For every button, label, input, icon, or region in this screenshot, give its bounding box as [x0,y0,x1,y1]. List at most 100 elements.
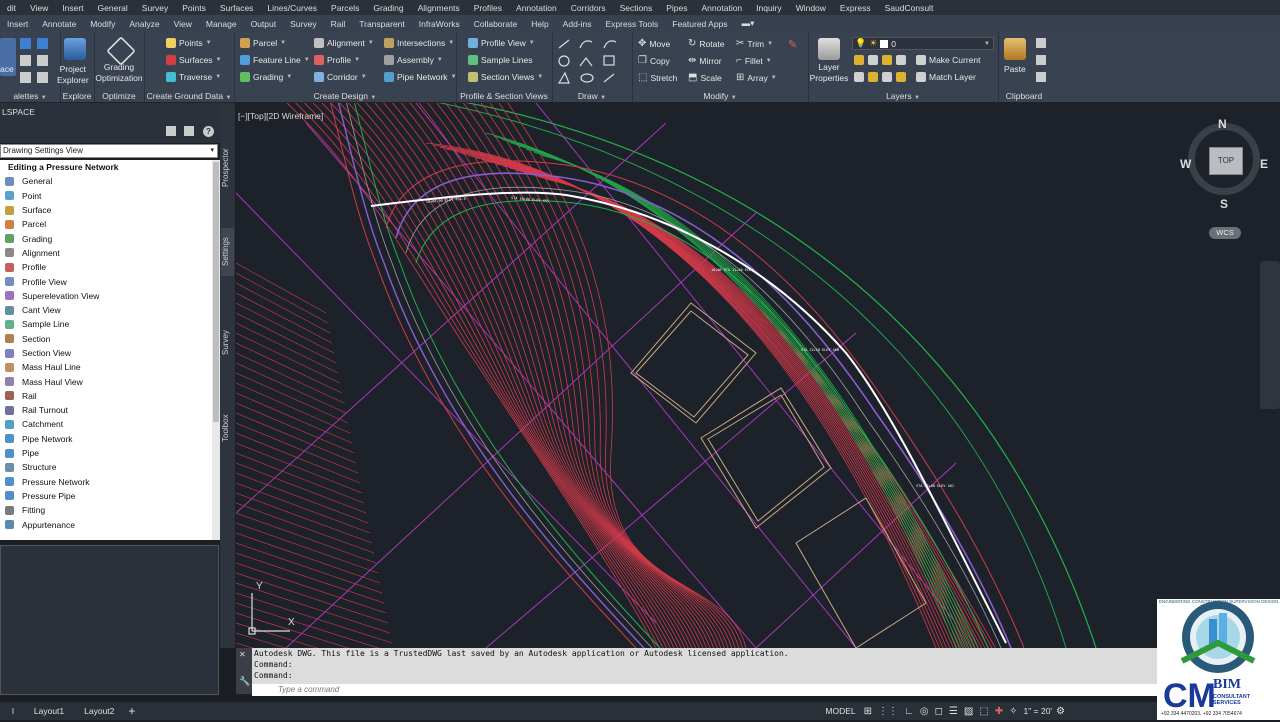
layer-tool-icons-row2[interactable] [854,72,906,82]
ribbon-tab[interactable]: Add-ins [556,19,599,29]
menu-item[interactable]: Insert [55,3,90,13]
ribbon-tab[interactable]: Modify [83,19,122,29]
menu-item[interactable]: Express [833,3,878,13]
menu-item[interactable]: Survey [135,3,175,13]
tree-item[interactable]: Superelevation View [0,289,212,303]
grading-optimization-button[interactable]: Grading Optimization [94,62,144,84]
tree-item[interactable]: Mass Haul Line [0,360,212,374]
ribbon-tab[interactable]: Annotate [35,19,83,29]
palette-icon-1[interactable] [20,38,31,49]
menu-item[interactable]: SaudConsult [878,3,941,13]
project-explorer-icon[interactable] [64,38,86,60]
ribbon-tab[interactable]: Rail [324,19,353,29]
ribbon-tab[interactable]: Output [244,19,284,29]
tree-item[interactable]: General [0,174,212,188]
command-input[interactable]: Type a command [252,684,1160,696]
menu-item[interactable]: Annotation [509,3,564,13]
tree-item[interactable]: Mass Haul View [0,374,212,388]
command-line-grip[interactable]: ✕ 🔧 [236,648,252,694]
ribbon-tab[interactable]: View [167,19,199,29]
tree-root[interactable]: Editing a Pressure Network [0,160,212,174]
palette-icon-2[interactable] [37,38,48,49]
paste-icon[interactable] [1004,38,1026,60]
annotation-scale[interactable]: 1" = 20' [1024,706,1053,716]
layer-dropdown[interactable]: 💡 ☀ 0 ▼ [852,37,994,50]
profile-view-button[interactable]: Profile View ▼ [468,38,535,48]
ortho-icon[interactable]: ∟ [904,706,914,717]
section-views-button[interactable]: Section Views ▼ [468,72,543,82]
model-space-toggle[interactable]: MODEL [825,706,855,716]
tree-item[interactable]: Pipe [0,446,212,460]
tree-item[interactable]: Section [0,332,212,346]
palette-icon-6[interactable] [37,72,48,83]
drawing-canvas[interactable]: 10+00.00 ELEV 452.8 STA 10+80 ELEV 455 1… [236,103,1280,648]
model-tab-edge[interactable]: l [12,706,14,716]
tree-item[interactable]: Pressure Network [0,475,212,489]
menu-item[interactable]: Inquiry [749,3,789,13]
rotate-button[interactable]: ↻ Rotate [688,38,724,49]
workspace-gear-icon[interactable]: ⚙ [1056,706,1065,717]
viewcube[interactable]: TOP N S E W [1180,117,1268,211]
ribbon-tab[interactable]: Analyze [122,19,166,29]
match-layer-button[interactable]: Match Layer [916,72,976,82]
compass-west[interactable]: W [1180,157,1191,171]
layer-properties-button[interactable]: Layer Properties [808,62,850,84]
menu-item[interactable]: Alignments [411,3,467,13]
menu-item[interactable]: View [23,3,55,13]
tree-item[interactable]: Pipe Network [0,432,212,446]
menu-item[interactable]: Corridors [564,3,613,13]
copy-button[interactable]: ❐ Copy [638,55,670,66]
ribbon-tab[interactable]: Featured Apps [665,19,734,29]
layer-tool-icons-row1[interactable] [854,55,906,65]
menu-item[interactable]: Grading [366,3,410,13]
copy-clip-icon[interactable] [1036,55,1046,65]
tab-prospector[interactable]: Prospector [221,143,234,193]
ribbon-tab[interactable]: Insert [0,19,35,29]
tree-item[interactable]: Rail Turnout [0,403,212,417]
array-button[interactable]: ⊞ Array ▼ [736,72,777,83]
palette-tree-icon[interactable] [166,126,176,136]
mirror-button[interactable]: ⇹ Mirror [688,55,722,66]
tab-settings[interactable]: Settings [221,228,234,276]
layout2-tab[interactable]: Layout2 [84,706,114,716]
compass-north[interactable]: N [1218,117,1227,131]
points-button[interactable]: Points ▼ [166,38,212,48]
menu-item[interactable]: Parcels [324,3,366,13]
menu-item[interactable]: dit [0,3,23,13]
layers-title[interactable]: Layers ▼ [808,91,998,101]
menu-item[interactable]: Window [789,3,833,13]
menu-item[interactable]: General [91,3,135,13]
draw-title[interactable]: Draw ▼ [552,91,632,101]
tab-toolbox[interactable]: Toolbox [221,408,234,448]
pipe-network-button[interactable]: Pipe Network ▼ [384,72,457,82]
tree-item[interactable]: Section View [0,346,212,360]
command-close-icon[interactable]: ✕ [239,650,246,659]
scale-button[interactable]: ⬒ Scale [688,72,722,83]
tree-item[interactable]: Catchment [0,417,212,431]
alignment-button[interactable]: Alignment ▼ [314,38,374,48]
tree-item[interactable]: Grading [0,231,212,245]
tree-item[interactable]: Rail [0,389,212,403]
polar-icon[interactable]: ◎ [920,706,929,717]
annotation-monitor-icon[interactable]: ✚ [995,706,1003,717]
ribbon-tab[interactable]: Transparent [352,19,412,29]
profile-button[interactable]: Profile ▼ [314,55,360,65]
help-icon[interactable]: ? [203,126,214,137]
surfaces-button[interactable]: Surfaces ▼ [166,55,222,65]
palette-icon-5[interactable] [20,72,31,83]
tree-item[interactable]: Sample Line [0,317,212,331]
palette-view-select[interactable]: Drawing Settings View ▾ [0,144,218,158]
tab-survey[interactable]: Survey [221,323,234,363]
viewport-controls-label[interactable]: [−][Top][2D Wireframe] [238,111,323,121]
tree-item[interactable]: Alignment [0,246,212,260]
tree-item[interactable]: Appurtenance [0,517,212,531]
erase-icon[interactable]: ✎ [788,38,797,51]
site-drawing[interactable]: 10+00.00 ELEV 452.8 STA 10+80 ELEV 455 1… [236,103,1280,648]
command-customize-icon[interactable]: 🔧 [239,676,250,687]
ribbon-tab[interactable]: Help [524,19,555,29]
tree-item[interactable]: Fitting [0,503,212,517]
ribbon-tab-options-icon[interactable]: ▬▾ [735,18,762,29]
snap-icon[interactable]: ⋮⋮ [878,706,898,717]
intersections-button[interactable]: Intersections ▼ [384,38,454,48]
parcel-button[interactable]: Parcel ▼ [240,38,286,48]
